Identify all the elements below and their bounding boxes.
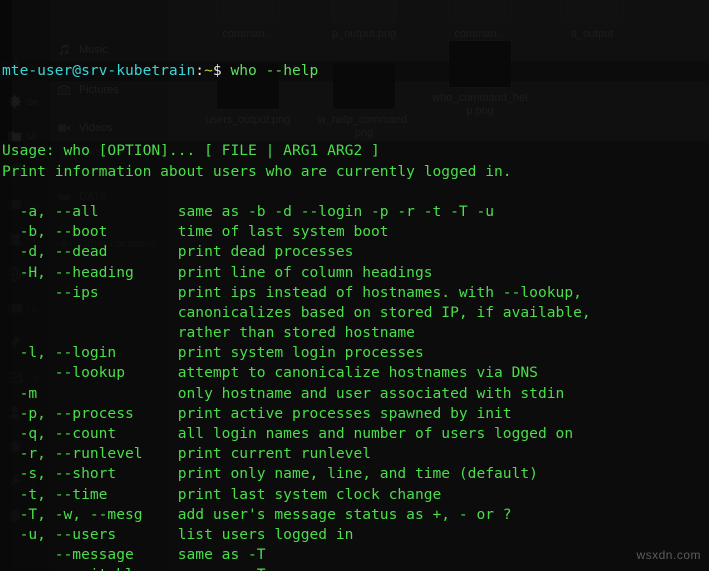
terminal-line-text: -d, --dead print dead processes: [2, 243, 354, 261]
terminal-prompt-line: mte-user@srv-kubetrain:~$ who --help: [0, 60, 709, 81]
terminal-blank-line: [0, 181, 709, 202]
terminal-output-line: -p, --process print active processes spa…: [0, 403, 709, 425]
terminal-output-line: --message same as -T: [0, 545, 709, 566]
terminal-line-text: -q, --count all login names and number o…: [2, 425, 574, 443]
terminal-line-text: -l, --login print system login processes: [2, 344, 424, 362]
terminal-line-text: -H, --heading print line of column headi…: [2, 263, 433, 281]
terminal-output: mte-user@srv-kubetrain:~$ who --help Usa…: [0, 0, 709, 571]
terminal-line-text: --message same as -T: [2, 546, 266, 564]
terminal-output-line: -s, --short print only name, line, and t…: [0, 464, 709, 485]
screen: DoSeUtMCoKiGlHeScCoPrTvToCo MusicPicture…: [0, 0, 709, 571]
prompt-command: who --help: [221, 61, 319, 79]
terminal-output-line: Print information about users who are cu…: [0, 161, 709, 182]
terminal-line-text: -t, --time print last system clock chang…: [2, 485, 442, 503]
terminal-line-text: -T, -w, --mesg add user's message status…: [2, 505, 512, 523]
terminal-line-text: -s, --short print only name, line, and t…: [2, 465, 538, 483]
terminal-line-text: -m only hostname and user associated wit…: [2, 384, 565, 402]
terminal-line-text: Print information about users who are cu…: [2, 162, 512, 180]
watermark: wsxdn.com: [636, 548, 701, 562]
terminal-output-line: -a, --all same as -b -d --login -p -r -t…: [0, 201, 709, 223]
prompt-path: ~: [204, 61, 213, 79]
terminal-output-line: -t, --time print last system clock chang…: [0, 484, 709, 505]
terminal-line-text: Usage: who [OPTION]... [ FILE | ARG1 ARG…: [2, 142, 380, 160]
terminal-output-line: -d, --dead print dead processes: [0, 242, 709, 263]
terminal-output-line: --writable same as -T: [0, 565, 709, 571]
terminal-line-text: rather than stored hostname: [2, 324, 415, 342]
terminal-line-text: -u, --users list users logged in: [2, 525, 354, 543]
prompt-sigil: $: [212, 61, 222, 79]
terminal-line-text: -b, --boot time of last system boot: [2, 223, 389, 241]
terminal-output-line: canonicalizes based on stored IP, if ava…: [0, 302, 709, 324]
terminal-output-line: -r, --runlevel print current runlevel: [0, 444, 709, 465]
terminal-output-line: --ips print ips instead of hostnames. wi…: [0, 282, 709, 303]
terminal-line-text: --writable same as -T: [2, 566, 266, 571]
terminal-line-text: -a, --all same as -b -d --login -p -r -t…: [2, 202, 495, 220]
terminal-output-line: rather than stored hostname: [0, 323, 709, 344]
terminal-output-line: -m only hostname and user associated wit…: [0, 383, 709, 404]
terminal-output-line: Usage: who [OPTION]... [ FILE | ARG1 ARG…: [0, 141, 709, 162]
terminal-output-line: -u, --users list users logged in: [0, 524, 709, 546]
terminal-line-text: --ips print ips instead of hostnames. wi…: [2, 283, 582, 301]
terminal-output-line: -q, --count all login names and number o…: [0, 424, 709, 445]
terminal-output-line: -H, --heading print line of column headi…: [0, 262, 709, 283]
terminal-line-text: -p, --process print active processes spa…: [2, 404, 512, 422]
terminal-output-line: --lookup attempt to canonicalize hostnam…: [0, 363, 709, 384]
terminal-line-text: -r, --runlevel print current runlevel: [2, 445, 372, 463]
prompt-user-host: mte-user@srv-kubetrain: [2, 61, 196, 79]
terminal-output-line: -T, -w, --mesg add user's message status…: [0, 504, 709, 525]
prompt-colon: :: [195, 61, 205, 79]
terminal-output-line: -l, --login print system login processes: [0, 343, 709, 364]
terminal-output-line: -b, --boot time of last system boot: [0, 222, 709, 243]
terminal-window[interactable]: mte-user@srv-kubetrain:~$ who --help Usa…: [0, 0, 709, 571]
terminal-line-text: --lookup attempt to canonicalize hostnam…: [2, 364, 538, 382]
terminal-line-text: canonicalizes based on stored IP, if ava…: [2, 303, 591, 321]
terminal-line-text: [2, 183, 11, 200]
